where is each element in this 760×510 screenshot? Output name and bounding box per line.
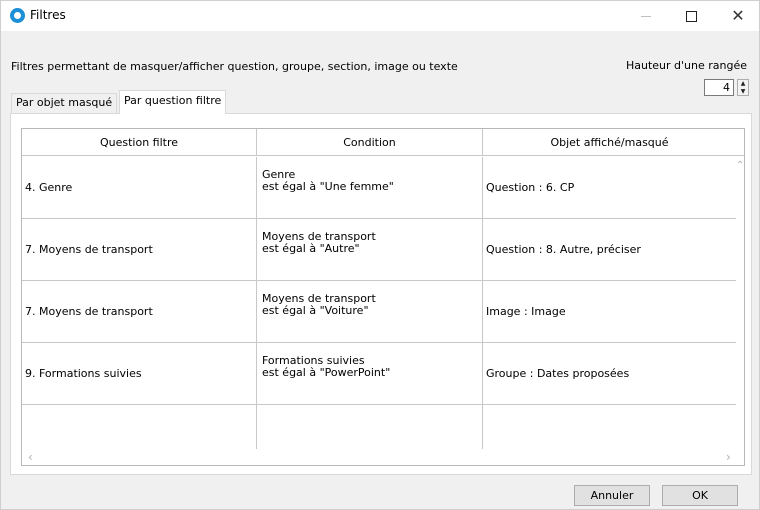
row-height-input[interactable]: 4: [704, 79, 734, 96]
tab-par-question-filtre[interactable]: Par question filtre: [119, 90, 227, 114]
spin-down-icon[interactable]: ▼: [738, 88, 748, 95]
filters-grid: Question filtre Condition Objet affiché/…: [21, 128, 745, 466]
object-cell[interactable]: Question : 8. Autre, préciser: [483, 219, 736, 280]
maximize-button[interactable]: [669, 1, 715, 31]
object-cell[interactable]: Question : 6. CP: [483, 157, 736, 218]
question-cell[interactable]: 7. Moyens de transport: [22, 281, 257, 342]
title-bar: Filtres ✕: [1, 1, 759, 31]
column-header-object[interactable]: Objet affiché/masqué: [483, 129, 736, 156]
row-height-label: Hauteur d'une rangée: [625, 59, 747, 72]
horizontal-scrollbar[interactable]: ‹ ›: [22, 449, 744, 465]
grid-header: Question filtre Condition Objet affiché/…: [22, 129, 744, 156]
close-icon: ✕: [731, 6, 745, 25]
maximize-icon: [686, 11, 697, 22]
table-row[interactable]: 4. Genre Genre est égal à "Une femme" Que…: [22, 157, 736, 219]
object-cell[interactable]: Image : Image: [483, 281, 736, 342]
grid-body: 4. Genre Genre est égal à "Une femme" Que…: [22, 157, 736, 460]
spinner-buttons: ▲ ▼: [737, 79, 749, 96]
condition-cell[interactable]: Moyens de transport est égal à "Autre": [257, 219, 483, 280]
question-cell[interactable]: 7. Moyens de transport: [22, 219, 257, 280]
table-row[interactable]: 7. Moyens de transport Moyens de transpo…: [22, 219, 736, 281]
filters-dialog: Filtres ✕ Filtres permettant de masquer/…: [0, 0, 760, 510]
window-title: Filtres: [30, 8, 66, 22]
column-header-condition[interactable]: Condition: [257, 129, 483, 156]
filters-description: Filtres permettant de masquer/afficher q…: [11, 60, 458, 73]
question-cell[interactable]: 9. Formations suivies: [22, 343, 257, 404]
tab-panel: Question filtre Condition Objet affiché/…: [10, 113, 752, 475]
vertical-scrollbar[interactable]: ⌃ ⌄: [736, 157, 744, 460]
tab-par-objet-masque[interactable]: Par objet masqué: [11, 93, 118, 113]
spin-up-icon[interactable]: ▲: [738, 80, 748, 87]
scroll-right-icon[interactable]: ›: [726, 450, 731, 464]
column-header-question[interactable]: Question filtre: [22, 129, 257, 156]
table-row[interactable]: 9. Formations suivies Formations suivies…: [22, 343, 736, 405]
cancel-button[interactable]: Annuler: [574, 485, 650, 506]
condition-cell[interactable]: Formations suivies est égal à "PowerPoint…: [257, 343, 483, 404]
close-button[interactable]: ✕: [715, 1, 760, 31]
app-icon: [10, 8, 25, 23]
condition-cell[interactable]: Moyens de transport est égal à "Voiture": [257, 281, 483, 342]
object-cell[interactable]: Groupe : Dates proposées: [483, 343, 736, 404]
minimize-icon: [641, 16, 651, 17]
scroll-up-icon[interactable]: ⌃: [736, 160, 744, 171]
ok-button[interactable]: OK: [662, 485, 738, 506]
row-height-spinner[interactable]: 4 ▲ ▼: [704, 79, 749, 96]
scroll-left-icon[interactable]: ‹: [28, 450, 33, 464]
condition-cell[interactable]: Genre est égal à "Une femme": [257, 157, 483, 218]
minimize-button[interactable]: [623, 1, 669, 31]
table-row[interactable]: 7. Moyens de transport Moyens de transpo…: [22, 281, 736, 343]
question-cell[interactable]: 4. Genre: [22, 157, 257, 218]
